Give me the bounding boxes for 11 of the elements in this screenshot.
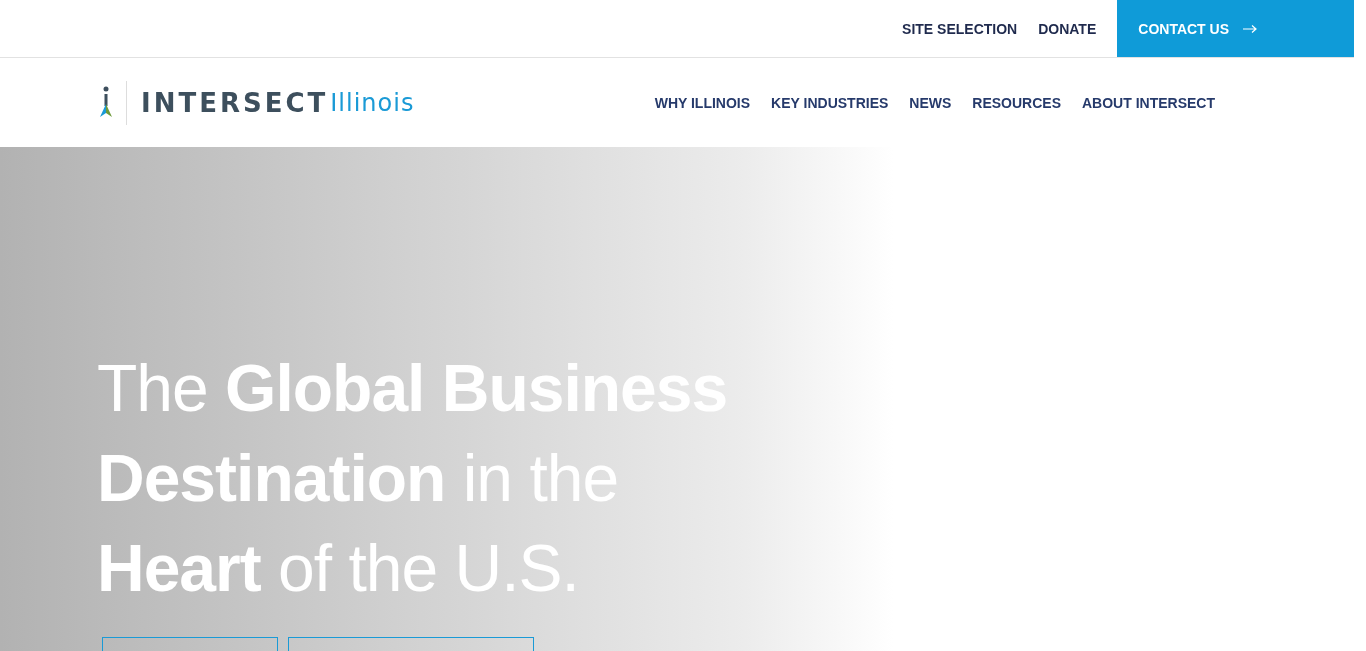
arrow-right-icon	[1243, 24, 1257, 33]
utility-link[interactable]: SITE SELECTION	[902, 20, 1018, 37]
utility-link[interactable]: DONATE	[1038, 20, 1097, 37]
nav-link[interactable]: RESOURCES	[972, 94, 1061, 111]
logo-region-text: Illinois	[330, 88, 415, 117]
logo-wordmark: INTERSECT	[141, 87, 329, 118]
nav-link[interactable]: WHY ILLINOIS	[654, 94, 751, 111]
nav-link[interactable]: NEWS	[909, 94, 952, 111]
nav-link[interactable]: KEY INDUSTRIES	[771, 94, 889, 111]
nav-link[interactable]: ABOUT INTERSECT	[1082, 94, 1215, 111]
logo-icon	[99, 85, 114, 120]
